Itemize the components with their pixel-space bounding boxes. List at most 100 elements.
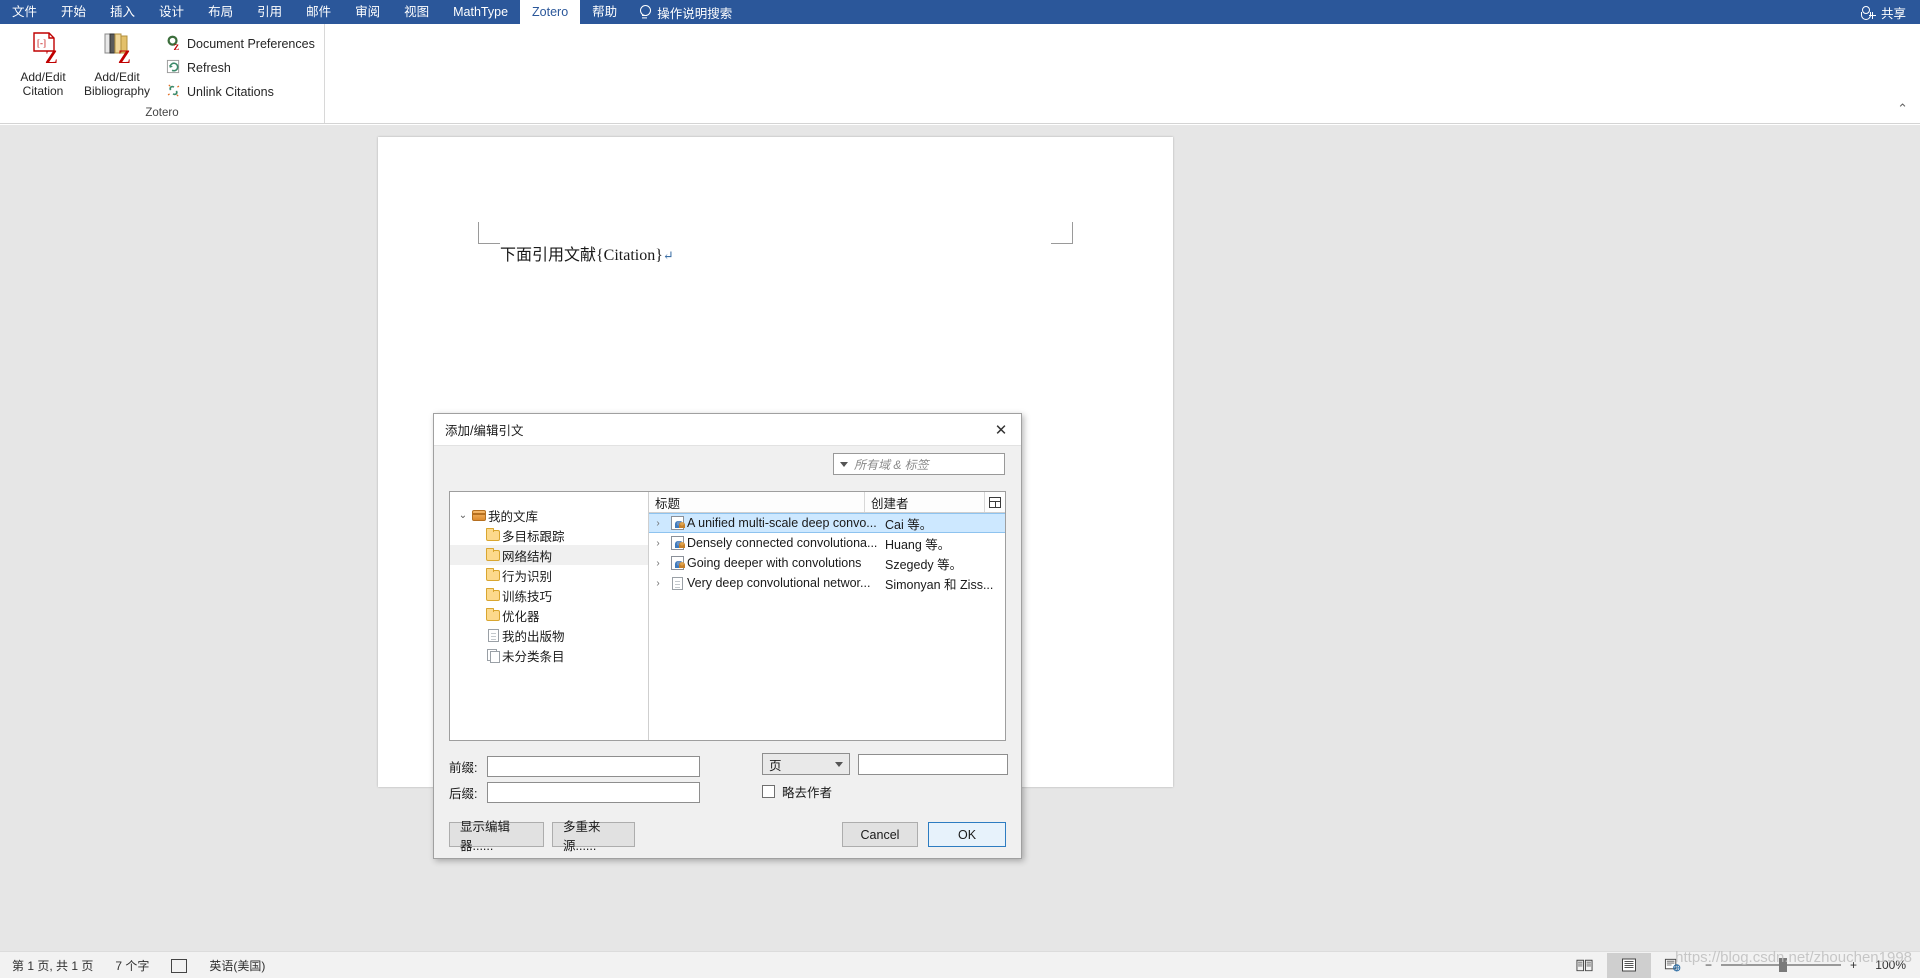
locator-value-input[interactable] bbox=[858, 753, 1008, 775]
table-row[interactable]: › A unified multi-scale deep convo... Ca… bbox=[649, 513, 1005, 533]
add-edit-bibliography-icon: Z bbox=[99, 31, 135, 68]
folder-icon bbox=[484, 567, 502, 581]
ribbon-group-label: Zotero bbox=[145, 107, 179, 119]
twisty-open-icon[interactable]: ⌄ bbox=[456, 510, 470, 521]
read-mode-icon[interactable] bbox=[1563, 953, 1607, 978]
folder-icon bbox=[484, 527, 502, 541]
document-icon bbox=[484, 628, 502, 642]
row-twisty-icon[interactable]: › bbox=[649, 558, 667, 569]
unfiled-icon bbox=[484, 648, 502, 663]
zoom-in-button[interactable]: + bbox=[1850, 958, 1857, 972]
print-layout-icon[interactable] bbox=[1606, 952, 1651, 978]
tab-home[interactable]: 开始 bbox=[49, 0, 98, 24]
tree-item-action-recognition[interactable]: 行为识别 bbox=[450, 565, 648, 585]
prefix-input[interactable] bbox=[487, 755, 700, 777]
item-title: Going deeper with convolutions bbox=[687, 556, 862, 570]
row-twisty-icon[interactable]: › bbox=[649, 518, 667, 529]
tree-item-unfiled-items[interactable]: 未分类条目 bbox=[450, 645, 648, 665]
person-add-icon bbox=[1860, 5, 1876, 20]
citation-form: 前缀: 后缀: 页 略去作者 bbox=[449, 753, 1008, 805]
tab-mathtype[interactable]: MathType bbox=[441, 0, 520, 24]
zoom-level[interactable]: 100% bbox=[1866, 958, 1912, 972]
word-count[interactable]: 7 个字 bbox=[115, 957, 149, 974]
cancel-button[interactable]: Cancel bbox=[842, 822, 918, 847]
tree-item-optimizer[interactable]: 优化器 bbox=[450, 605, 648, 625]
ribbon-body: [-] Z Add/Edit Citation Z Add/Edit Bibli… bbox=[0, 24, 1920, 124]
tree-item-my-publications[interactable]: 我的出版物 bbox=[450, 625, 648, 645]
spell-check-icon[interactable] bbox=[171, 958, 188, 973]
tab-zotero[interactable]: Zotero bbox=[520, 0, 581, 24]
tab-view[interactable]: 视图 bbox=[392, 0, 441, 24]
prefix-label: 前缀: bbox=[449, 760, 478, 775]
row-twisty-icon[interactable]: › bbox=[649, 538, 667, 549]
unlink-citations-button[interactable]: Unlink Citations bbox=[162, 80, 319, 104]
status-bar: 第 1 页, 共 1 页 7 个字 英语(美国) − + 100% https:… bbox=[0, 949, 1920, 978]
column-header-title[interactable]: 标题 bbox=[649, 492, 865, 512]
search-placeholder: 所有域 & 标签 bbox=[854, 457, 929, 472]
locator-type-select[interactable]: 页 bbox=[762, 753, 850, 775]
add-edit-citation-label-2: Citation bbox=[22, 84, 64, 98]
tell-me-label: 操作说明搜索 bbox=[657, 6, 733, 21]
add-edit-citation-button[interactable]: [-] Z Add/Edit Citation bbox=[6, 28, 80, 106]
column-picker-icon[interactable] bbox=[985, 492, 1005, 512]
tree-item-my-library[interactable]: ⌄ 我的文库 bbox=[450, 505, 648, 525]
collapse-ribbon-button[interactable]: ⌃ bbox=[1897, 101, 1908, 117]
add-edit-bibliography-button[interactable]: Z Add/Edit Bibliography bbox=[80, 28, 154, 106]
document-preferences-button[interactable]: Z Document Preferences bbox=[162, 32, 319, 56]
locator-type-value: 页 bbox=[769, 758, 782, 773]
web-layout-icon[interactable] bbox=[1651, 953, 1695, 978]
chevron-down-icon[interactable] bbox=[840, 461, 848, 467]
item-title: Very deep convolutional networ... bbox=[687, 576, 871, 590]
suffix-input[interactable] bbox=[487, 781, 700, 803]
suffix-label: 后缀: bbox=[449, 786, 478, 801]
ribbon-group-zotero: [-] Z Add/Edit Citation Z Add/Edit Bibli… bbox=[0, 24, 325, 123]
plain-document-icon bbox=[667, 576, 687, 590]
tree-item-multi-object-tracking[interactable]: 多目标跟踪 bbox=[450, 525, 648, 545]
folder-icon bbox=[484, 587, 502, 601]
language-indicator[interactable]: 英语(美国) bbox=[209, 957, 265, 974]
document-paragraph[interactable]: 下面引用文献{Citation}↵ bbox=[500, 241, 674, 265]
table-row[interactable]: › Going deeper with convolutions Szegedy… bbox=[649, 553, 1005, 573]
document-canvas[interactable]: 下面引用文献{Citation}↵ 添加/编辑引文 ✕ 所有域 & 标签 ⌄ 我… bbox=[0, 125, 1920, 951]
show-editor-button[interactable]: 显示编辑器...... bbox=[449, 820, 544, 853]
suppress-author-checkbox[interactable] bbox=[762, 785, 775, 798]
dialog-button-row: 显示编辑器...... 多重来源...... Cancel OK bbox=[449, 820, 1006, 853]
close-icon[interactable]: ✕ bbox=[981, 414, 1021, 445]
column-header-creator[interactable]: 创建者 bbox=[865, 492, 985, 512]
table-row[interactable]: › Densely connected convolutiona... Huan… bbox=[649, 533, 1005, 553]
row-twisty-icon[interactable]: › bbox=[649, 578, 667, 589]
tab-references[interactable]: 引用 bbox=[245, 0, 294, 24]
tab-mailings[interactable]: 邮件 bbox=[294, 0, 343, 24]
tree-item-label: 多目标跟踪 bbox=[502, 529, 565, 544]
refresh-label: Refresh bbox=[187, 61, 231, 75]
tab-review[interactable]: 审阅 bbox=[343, 0, 392, 24]
lightbulb-icon bbox=[639, 5, 652, 19]
tab-insert[interactable]: 插入 bbox=[98, 0, 147, 24]
collections-tree[interactable]: ⌄ 我的文库 多目标跟踪 网络结构 行为识别 训练技巧 优化器 我的出版物 未分… bbox=[450, 492, 649, 740]
page-info[interactable]: 第 1 页, 共 1 页 bbox=[12, 957, 93, 974]
tree-item-training-tricks[interactable]: 训练技巧 bbox=[450, 585, 648, 605]
tab-layout[interactable]: 布局 bbox=[196, 0, 245, 24]
search-input[interactable]: 所有域 & 标签 bbox=[833, 453, 1005, 475]
tab-file[interactable]: 文件 bbox=[0, 0, 49, 24]
refresh-button[interactable]: Refresh bbox=[162, 56, 319, 80]
journal-article-icon bbox=[667, 516, 687, 530]
add-edit-citation-dialog[interactable]: 添加/编辑引文 ✕ 所有域 & 标签 ⌄ 我的文库 多目标跟踪 网络结构 行为识… bbox=[433, 413, 1022, 859]
tab-design[interactable]: 设计 bbox=[147, 0, 196, 24]
tab-help[interactable]: 帮助 bbox=[580, 0, 629, 24]
share-button[interactable]: 共享 bbox=[1860, 0, 1912, 24]
zoom-slider[interactable] bbox=[1720, 958, 1841, 972]
document-preferences-label: Document Preferences bbox=[187, 37, 315, 51]
suppress-author-row[interactable]: 略去作者 bbox=[762, 782, 1008, 801]
zoom-out-button[interactable]: − bbox=[1705, 958, 1712, 972]
ok-button[interactable]: OK bbox=[928, 822, 1006, 847]
table-row[interactable]: › Very deep convolutional networ... Simo… bbox=[649, 573, 1005, 593]
items-list-pane[interactable]: 标题 创建者 › A unified multi-scale deep conv… bbox=[649, 492, 1005, 740]
zoom-slider-thumb[interactable] bbox=[1778, 958, 1787, 972]
item-creator: Cai 等。 bbox=[885, 517, 933, 532]
multiple-sources-button[interactable]: 多重来源...... bbox=[552, 820, 635, 853]
tree-item-network-structure[interactable]: 网络结构 bbox=[450, 545, 648, 565]
tell-me-search[interactable]: 操作说明搜索 bbox=[629, 0, 744, 24]
suppress-author-label: 略去作者 bbox=[782, 786, 833, 800]
item-creator: Simonyan 和 Ziss... bbox=[885, 577, 994, 592]
